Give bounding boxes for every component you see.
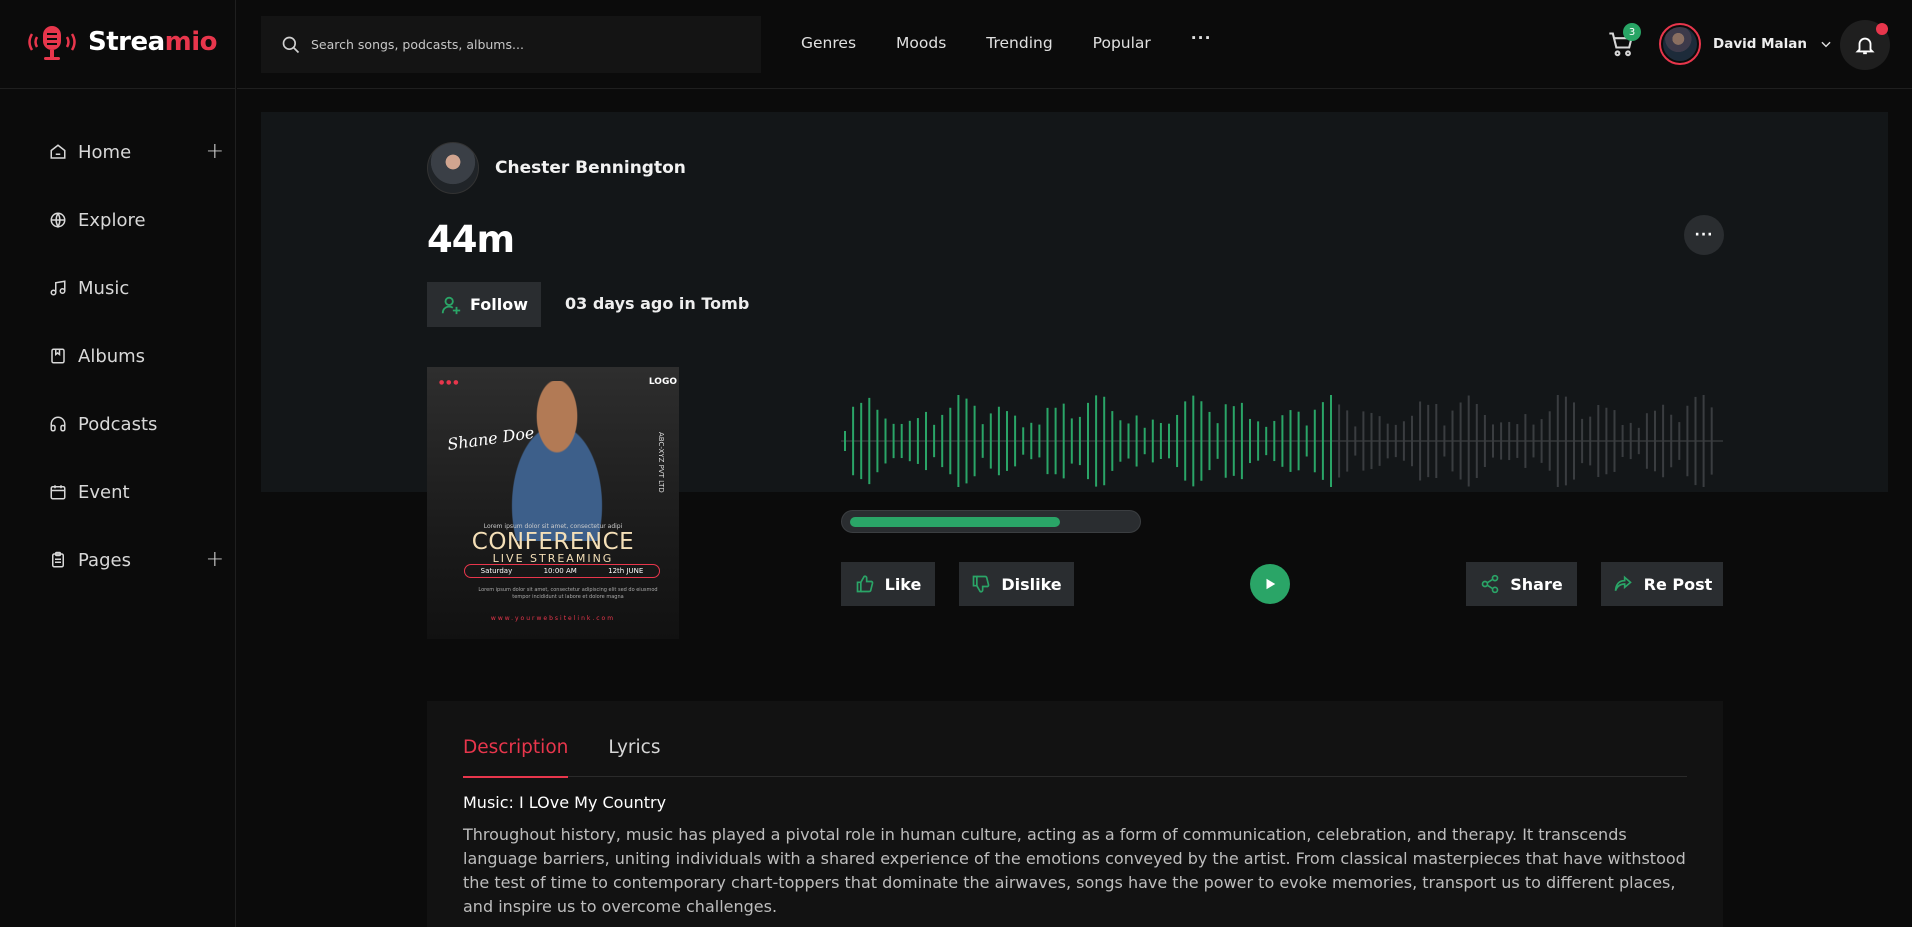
audio-waveform[interactable] (841, 395, 1723, 487)
sidebar-item-music[interactable]: Music (48, 254, 224, 322)
tab-description[interactable]: Description (463, 737, 569, 778)
description-card: Description Lyrics Music: I LOve My Coun… (427, 701, 1723, 927)
posted-time: 03 days ago in (565, 294, 696, 313)
follow-button[interactable]: Follow (427, 282, 541, 327)
posted-info: 03 days ago in Tomb (565, 294, 749, 313)
calendar-icon (48, 482, 68, 502)
notification-dot (1876, 23, 1888, 35)
play-icon (1266, 578, 1276, 590)
avatar (1659, 23, 1701, 65)
sidebar-item-label: Podcasts (78, 413, 158, 435)
music-note-icon (48, 278, 68, 298)
nav-more-button[interactable]: ··· (1191, 29, 1212, 52)
cover-schedule-bar: Saturday 10:00 AM 12th JUNE (464, 564, 660, 578)
cover-social-dots: ● ● ● (439, 379, 459, 386)
thumbs-up-icon (856, 575, 873, 593)
chevron-down-icon (1821, 41, 1831, 48)
like-button[interactable]: Like (841, 562, 935, 606)
album-icon (48, 346, 68, 366)
nav-trending[interactable]: Trending (986, 34, 1052, 52)
bell-icon (1855, 37, 1875, 55)
sidebar-item-label: Music (78, 277, 130, 299)
cover-date: 12th JUNE (608, 567, 644, 575)
sidebar-divider (0, 88, 236, 89)
cover-person-image (487, 381, 627, 541)
description-heading: Music: I LOve My Country (463, 793, 667, 812)
user-name: David Malan (1713, 36, 1807, 52)
notifications-button[interactable] (1840, 20, 1890, 70)
nav-popular[interactable]: Popular (1093, 34, 1151, 52)
album-cover[interactable]: ● ● ● LOGO Shane Doe ABC-XYZ PVT LTD Lor… (427, 367, 679, 639)
clipboard-icon (48, 550, 68, 570)
home-icon (48, 142, 68, 162)
cover-day: Saturday (480, 567, 513, 575)
thumbs-down-icon (972, 575, 990, 593)
sidebar: Streamio Home + Explore Music Albums Pod… (0, 0, 236, 927)
top-nav: Genres Moods Trending Popular ··· (801, 29, 1211, 52)
sidebar-item-label: Pages (78, 549, 131, 571)
brand-name: Streamio (88, 27, 218, 57)
playback-progress-bar[interactable] (841, 510, 1141, 533)
more-options-button[interactable]: ··· (1684, 215, 1724, 255)
like-label: Like (884, 574, 922, 594)
sidebar-item-explore[interactable]: Explore (48, 186, 224, 254)
artist-name: Chester Bennington (495, 158, 686, 178)
posted-location[interactable]: Tomb (701, 294, 749, 313)
repost-arrow-icon (1614, 575, 1632, 591)
microphone-logo-icon (28, 26, 76, 60)
cart-button[interactable]: 3 (1607, 23, 1641, 58)
search-icon (282, 36, 300, 53)
app-root: Streamio Home + Explore Music Albums Pod… (0, 0, 1912, 927)
cover-side-text: ABC-XYZ PVT LTD (657, 432, 665, 493)
expand-plus-icon[interactable]: + (206, 549, 224, 571)
cover-time: 10:00 AM (543, 567, 577, 575)
share-icon (1481, 574, 1499, 594)
sidebar-item-albums[interactable]: Albums (48, 322, 224, 390)
cover-body-text: Lorem ipsum dolor sit amet, consectetur … (478, 587, 658, 600)
repost-button[interactable]: Re Post (1601, 562, 1723, 606)
artist-avatar (427, 142, 479, 194)
description-text: Throughout history, music has played a p… (463, 825, 1686, 916)
expand-plus-icon[interactable]: + (206, 141, 224, 163)
sidebar-item-label: Home (78, 141, 132, 163)
sidebar-item-event[interactable]: Event (48, 458, 224, 526)
sidebar-item-podcasts[interactable]: Podcasts (48, 390, 224, 458)
cover-logo: LOGO (648, 377, 677, 387)
nav-moods[interactable]: Moods (896, 34, 946, 52)
dislike-button[interactable]: Dislike (959, 562, 1074, 606)
sidebar-nav: Home + Explore Music Albums Podcasts Eve… (48, 118, 224, 594)
share-label: Share (1510, 574, 1563, 594)
headphones-icon (48, 414, 68, 434)
description-tabs: Description Lyrics (463, 737, 1687, 778)
follow-label: Follow (469, 295, 528, 314)
user-add-icon (441, 296, 461, 314)
tab-lyrics[interactable]: Lyrics (608, 737, 660, 777)
sidebar-item-pages[interactable]: Pages + (48, 526, 224, 594)
sidebar-item-home[interactable]: Home + (48, 118, 224, 186)
repost-label: Re Post (1643, 574, 1713, 594)
share-button[interactable]: Share (1466, 562, 1577, 606)
dislike-label: Dislike (1001, 574, 1062, 594)
sidebar-item-label: Explore (78, 209, 146, 231)
cover-url: www.yourwebsitelink.com (490, 615, 616, 622)
artist-info[interactable]: Chester Bennington (427, 142, 686, 194)
search-bar[interactable] (261, 16, 761, 73)
sidebar-item-label: Albums (78, 345, 146, 367)
playback-progress-fill (850, 517, 1060, 527)
top-header: Genres Moods Trending Popular ··· 3 Davi… (237, 0, 1912, 89)
nav-genres[interactable]: Genres (801, 34, 856, 52)
brand-logo[interactable]: Streamio (26, 22, 218, 62)
play-button[interactable] (1250, 564, 1290, 604)
search-input[interactable] (311, 37, 731, 52)
sidebar-item-label: Event (78, 481, 130, 503)
cart-count-badge: 3 (1623, 23, 1641, 41)
user-menu[interactable]: David Malan (1659, 23, 1833, 65)
globe-icon (48, 210, 68, 230)
track-title: 44m (427, 218, 515, 261)
